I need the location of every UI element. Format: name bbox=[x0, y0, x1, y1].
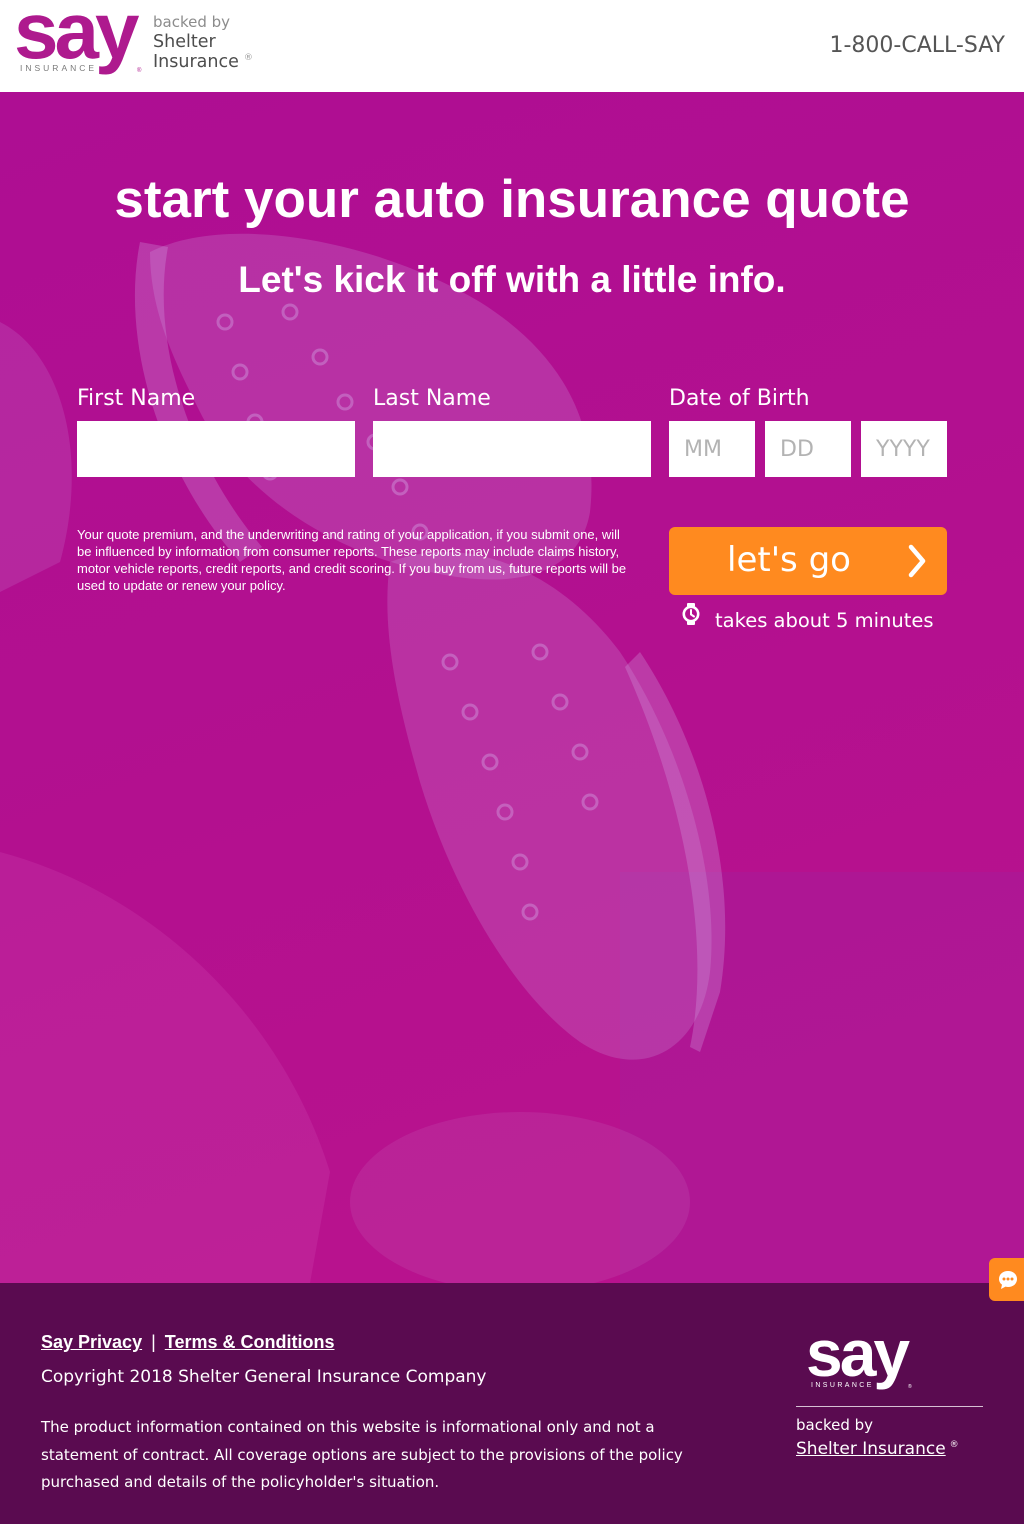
footer-logo-tagline: INSURANCE bbox=[811, 1382, 874, 1389]
lets-go-label: let's go bbox=[727, 540, 851, 580]
last-name-input[interactable] bbox=[373, 421, 651, 477]
footer-partner-registered-mark: ® bbox=[949, 1440, 959, 1450]
copyright-text: Copyright 2018 Shelter General Insurance… bbox=[41, 1367, 487, 1387]
dob-year-input[interactable] bbox=[861, 421, 947, 477]
page-subtitle: Let's kick it off with a little info. bbox=[238, 259, 786, 300]
site-footer: Say Privacy | Terms & Conditions Copyright… bbox=[0, 1283, 1024, 1524]
footer-logo-registered-mark: ® bbox=[908, 1383, 912, 1390]
footer-say-logo-graphic: say INSURANCE ® bbox=[806, 1316, 913, 1390]
page-title: start your auto insurance quote bbox=[114, 170, 910, 229]
backed-by-label: backed by bbox=[153, 13, 231, 31]
dob-day-input[interactable] bbox=[765, 421, 851, 477]
first-name-label: First Name bbox=[77, 386, 196, 411]
footer-logo-divider bbox=[796, 1406, 983, 1407]
stopwatch-icon bbox=[682, 603, 700, 625]
logo-registered-mark: ® bbox=[137, 67, 142, 74]
chat-bubble-icon bbox=[999, 1271, 1017, 1289]
footer-links: Say Privacy | Terms & Conditions bbox=[41, 1331, 334, 1354]
dob-month-input[interactable] bbox=[669, 421, 755, 477]
say-logo[interactable]: say INSURANCE ® bbox=[8, 0, 153, 85]
date-of-birth-label: Date of Birth bbox=[669, 386, 810, 411]
say-logo-graphic: say INSURANCE ® bbox=[14, 0, 144, 75]
logo-tagline: INSURANCE bbox=[20, 63, 97, 73]
footer-say-logo[interactable]: say INSURANCE ® bbox=[800, 1316, 925, 1400]
footer-logo-wordmark: say bbox=[806, 1330, 910, 1390]
chat-widget-button[interactable] bbox=[989, 1258, 1024, 1301]
footer-partner: Shelter Insurance ® bbox=[796, 1438, 959, 1463]
site-header: say INSURANCE ® backed by Shelter Insura… bbox=[0, 0, 1024, 92]
phone-number-link[interactable]: 1-800-CALL-SAY bbox=[830, 33, 1006, 59]
product-information-notice: The product information contained on thi… bbox=[41, 1418, 683, 1491]
chevron-right-icon bbox=[908, 544, 926, 578]
partner-registered-mark: ® bbox=[243, 53, 253, 63]
time-estimate-note: takes about 5 minutes bbox=[715, 609, 934, 632]
shelter-insurance-link[interactable]: Shelter Insurance bbox=[796, 1439, 946, 1459]
quote-hero: start your auto insurance quote Let's ki… bbox=[0, 92, 1024, 1283]
partner-name-line1: Shelter bbox=[153, 32, 216, 52]
consumer-reports-disclaimer: Your quote premium, and the underwriting… bbox=[77, 527, 627, 593]
footer-link-separator: | bbox=[151, 1332, 156, 1352]
lets-go-button[interactable]: let's go bbox=[669, 527, 947, 595]
footer-backed-by-label: backed by bbox=[796, 1416, 874, 1434]
partner-name-line2: Insurance ® bbox=[153, 51, 253, 76]
say-privacy-link[interactable]: Say Privacy bbox=[41, 1332, 142, 1352]
last-name-label: Last Name bbox=[373, 386, 491, 411]
partner-name-line2-text: Insurance bbox=[153, 52, 239, 72]
terms-conditions-link[interactable]: Terms & Conditions bbox=[165, 1332, 335, 1352]
first-name-input[interactable] bbox=[77, 421, 355, 477]
